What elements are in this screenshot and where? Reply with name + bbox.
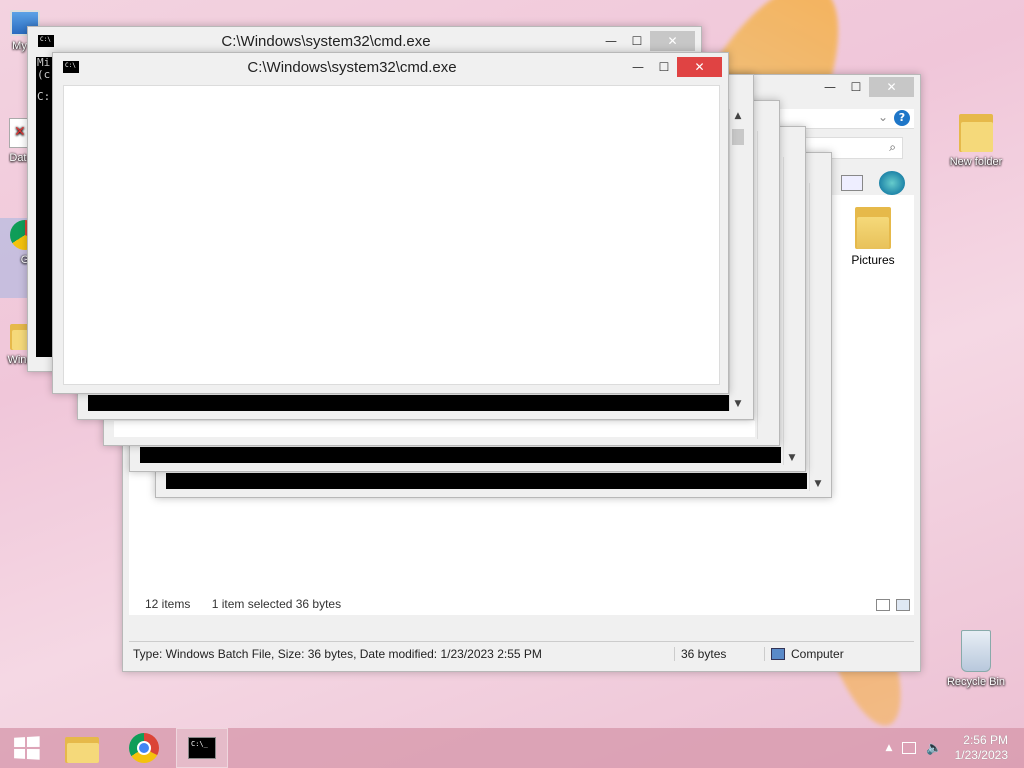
network-globe-icon[interactable] bbox=[879, 171, 905, 195]
scroll-up-arrow-icon[interactable]: ▲ bbox=[730, 111, 746, 121]
close-button[interactable]: ✕ bbox=[650, 31, 695, 51]
selected-count-text: 1 item selected 36 bytes bbox=[211, 597, 342, 611]
cmd-icon bbox=[38, 35, 54, 47]
cmd-icon bbox=[63, 61, 79, 73]
clock-date: 1/23/2023 bbox=[954, 748, 1008, 762]
windows-start-icon bbox=[14, 736, 40, 760]
console-area bbox=[140, 447, 781, 463]
details-text: Type: Windows Batch File, Size: 36 bytes… bbox=[129, 646, 675, 661]
cmd-window-front[interactable]: C:\Windows\system32\cmd.exe — ☐ ✕ bbox=[52, 52, 729, 394]
scrollbar[interactable] bbox=[757, 131, 773, 439]
console-area bbox=[114, 421, 755, 437]
clock[interactable]: 2:56 PM 1/23/2023 bbox=[955, 733, 1008, 763]
chevron-down-icon[interactable]: ⌄ bbox=[878, 110, 888, 124]
details-view-icon[interactable] bbox=[876, 599, 890, 611]
window-title: C:\Windows\system32\cmd.exe bbox=[221, 32, 431, 50]
maximize-button[interactable]: ☐ bbox=[651, 57, 677, 77]
system-tray: ▲ 🔈 bbox=[886, 741, 943, 756]
minimize-button[interactable]: — bbox=[625, 57, 651, 77]
explorer-window-controls: — ☐ ✕ bbox=[817, 77, 914, 97]
cmd-icon: C:\_ bbox=[188, 737, 216, 759]
show-hidden-icons-icon[interactable]: ▲ bbox=[886, 743, 893, 753]
pictures-folder-icon bbox=[855, 203, 891, 249]
minimize-button[interactable]: — bbox=[598, 31, 624, 51]
scroll-down-arrow-icon[interactable]: ▼ bbox=[730, 399, 746, 409]
file-explorer-icon bbox=[65, 733, 99, 763]
scroll-down-arrow-icon[interactable]: ▼ bbox=[784, 453, 800, 463]
file-item-label: Pictures bbox=[851, 253, 895, 267]
clock-time: 2:56 PM bbox=[963, 733, 1008, 747]
folder-icon bbox=[959, 110, 993, 152]
location-text: Computer bbox=[791, 646, 844, 661]
view-pane-icon[interactable] bbox=[841, 175, 863, 191]
close-button[interactable]: ✕ bbox=[869, 77, 914, 97]
minimize-button[interactable]: — bbox=[817, 77, 843, 97]
items-count: 12 items 1 item selected 36 bytes bbox=[145, 597, 341, 611]
desktop-icon-label: Recycle Bin bbox=[946, 676, 1006, 688]
network-icon[interactable] bbox=[902, 742, 917, 754]
recycle-bin-icon bbox=[961, 630, 991, 672]
file-item-pictures[interactable]: Pictures bbox=[843, 203, 903, 267]
scroll-down-arrow-icon[interactable]: ▼ bbox=[810, 479, 826, 489]
taskbar-chrome[interactable] bbox=[118, 728, 170, 768]
scrollbar[interactable]: ▲ ▼ bbox=[729, 109, 745, 411]
desktop-icon-new-folder[interactable]: New folder bbox=[938, 110, 1014, 168]
computer-small-icon bbox=[771, 647, 785, 660]
console-area[interactable] bbox=[63, 85, 720, 385]
items-count-text: 12 items bbox=[145, 597, 191, 611]
console-area bbox=[88, 395, 729, 411]
maximize-button[interactable]: ☐ bbox=[624, 31, 650, 51]
details-status-bar: Type: Windows Batch File, Size: 36 bytes… bbox=[129, 641, 914, 665]
scroll-thumb[interactable] bbox=[732, 129, 744, 145]
chrome-icon bbox=[129, 733, 159, 763]
help-icon[interactable]: ? bbox=[894, 110, 910, 126]
desktop-icon-label: New folder bbox=[949, 156, 1003, 168]
large-icons-view-icon[interactable] bbox=[896, 599, 910, 611]
console-area bbox=[166, 473, 807, 489]
cmd-titlebar[interactable]: C:\Windows\system32\cmd.exe — ☐ ✕ bbox=[53, 53, 728, 81]
scrollbar[interactable]: ▼ bbox=[783, 157, 799, 465]
close-button[interactable]: ✕ bbox=[677, 57, 722, 77]
volume-icon[interactable]: 🔈 bbox=[926, 741, 942, 756]
cmd-titlebar[interactable]: C:\Windows\system32\cmd.exe — ☐ ✕ bbox=[28, 27, 701, 55]
scrollbar[interactable]: ▼ bbox=[809, 183, 825, 491]
taskbar-cmd[interactable]: C:\_ bbox=[176, 728, 228, 768]
taskbar-file-explorer[interactable] bbox=[56, 728, 108, 768]
taskbar: C:\_ ▲ 🔈 2:56 PM 1/23/2023 bbox=[0, 728, 1024, 768]
window-title: C:\Windows\system32\cmd.exe bbox=[247, 58, 457, 76]
start-button[interactable] bbox=[0, 728, 52, 768]
view-toggles bbox=[876, 599, 910, 611]
size-text: 36 bytes bbox=[675, 646, 765, 661]
search-icon: ⌕ bbox=[889, 140, 896, 154]
desktop-icon-recycle-bin[interactable]: Recycle Bin bbox=[938, 630, 1014, 688]
maximize-button[interactable]: ☐ bbox=[843, 77, 869, 97]
